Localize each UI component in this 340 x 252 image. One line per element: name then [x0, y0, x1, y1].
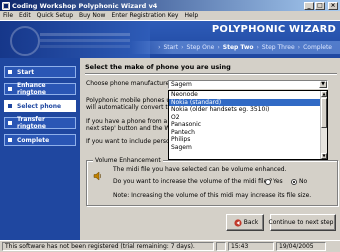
manufacturer-select-value: Sagem [171, 81, 192, 88]
menu-buy-now[interactable]: Buy Now [79, 12, 105, 19]
sidebar-item-label: Transfer ringtone [17, 116, 46, 130]
sidebar-item-complete[interactable]: Complete [4, 134, 76, 146]
volume-group-title: Volume Enhancement [93, 157, 163, 164]
step-complete: Complete [303, 44, 332, 51]
dropdown-option[interactable]: Sagem [169, 144, 327, 152]
manufacturer-dropdown-list[interactable]: Neonode Nokia (standard) Nokia (older ha… [168, 90, 328, 160]
status-date: 19/04/2005 [276, 242, 326, 251]
radio-indicator [291, 178, 297, 185]
status-pane-empty [216, 242, 226, 251]
title-bar: Coding Workshop Polyphonic Wizard v4 _ □… [0, 0, 340, 11]
continue-button[interactable]: Continue to next step [268, 214, 336, 231]
dropdown-option[interactable]: Nokia (older handsets eg. 3510i) [169, 106, 327, 114]
dropdown-option-selected[interactable]: Nokia (standard) [169, 98, 327, 106]
menu-quick-setup[interactable]: Quick Setup [37, 12, 73, 19]
wizard-title: POLYPHONIC WIZARD [211, 24, 336, 35]
continue-button-label: Continue to next step [268, 219, 334, 226]
volume-info-text: The midi file you have selected can be v… [113, 166, 287, 173]
menu-edit[interactable]: Edit [19, 12, 31, 19]
bullet-icon [8, 104, 12, 108]
radio-label: No [299, 178, 308, 185]
dropdown-option[interactable]: Philips [169, 136, 327, 144]
manufacturer-label: Choose phone manufacturer : [86, 80, 176, 87]
step-arrow-icon: › [158, 44, 161, 51]
status-time: 15:43 [228, 242, 274, 251]
radio-indicator [265, 178, 271, 185]
speaker-icon [93, 171, 102, 181]
bullet-icon [8, 121, 12, 125]
status-message: This software has not been registered (t… [2, 242, 214, 251]
step-progress-bar: › Start › Step One › Step Two › Step Thr… [130, 41, 340, 54]
manufacturer-select[interactable]: Sagem ▼ [168, 80, 328, 89]
chevron-down-icon[interactable]: ▼ [319, 81, 327, 88]
sidebar-item-label: Select phone [17, 102, 62, 110]
step-three: Step Three [261, 44, 295, 51]
step-two: Step Two [222, 44, 254, 51]
scroll-down-icon[interactable]: ▼ [321, 153, 327, 159]
dropdown-option[interactable]: Pantech [169, 129, 327, 137]
bullet-icon [8, 138, 12, 142]
sidebar-item-transfer-ringtone[interactable]: Transfer ringtone [4, 116, 76, 130]
scroll-up-icon[interactable]: ▲ [321, 91, 327, 97]
step-arrow-icon: › [217, 44, 220, 51]
menu-file[interactable]: File [3, 12, 13, 19]
window-title: Coding Workshop Polyphonic Wizard v4 [12, 1, 158, 10]
menu-enter-registration-key[interactable]: Enter Registration Key [111, 12, 178, 19]
heading-divider [85, 73, 337, 75]
menu-help[interactable]: Help [184, 12, 198, 19]
step-arrow-icon: › [256, 44, 259, 51]
app-icon [2, 1, 10, 10]
sidebar-item-label: Start [17, 68, 35, 76]
status-bar: This software has not been registered (t… [0, 240, 340, 252]
bullet-icon [8, 70, 12, 74]
sidebar: Start Enhance ringtone Select phone Tran… [0, 58, 80, 240]
dropdown-option[interactable]: O2 [169, 114, 327, 122]
page-heading: Select the make of phone you are using [85, 63, 231, 71]
info-text-line: If you want to include personal [86, 138, 179, 145]
volume-enhancement-group: Volume Enhancement The midi file you hav… [86, 157, 338, 206]
scrollbar-thumb[interactable] [321, 98, 327, 128]
volume-question-text: Do you want to increase the volume of th… [113, 178, 273, 185]
back-button-label: Back [243, 219, 259, 226]
main-content: Select the make of phone you are using C… [80, 58, 340, 240]
wizard-header: POLYPHONIC WIZARD › Start › Step One › S… [0, 21, 340, 58]
sidebar-item-start[interactable]: Start [4, 66, 76, 78]
maximize-button[interactable]: □ [315, 1, 325, 10]
step-start: Start [163, 44, 179, 51]
sidebar-item-label: Complete [17, 136, 50, 144]
dropdown-scrollbar[interactable]: ▲ ▼ [320, 91, 327, 159]
back-arrow-icon [234, 218, 242, 227]
volume-note-text: Note: Increasing the volume of this midi… [113, 192, 312, 199]
step-arrow-icon: › [181, 44, 184, 51]
dropdown-option[interactable]: Panasonic [169, 121, 327, 129]
volume-yes-radio[interactable]: Yes [265, 178, 283, 185]
sidebar-item-label: Enhance ringtone [17, 82, 46, 96]
step-arrow-icon: › [297, 44, 301, 51]
back-button[interactable]: Back [226, 214, 264, 231]
bullet-icon [8, 87, 12, 91]
header-graphic [0, 21, 150, 58]
sidebar-item-enhance-ringtone[interactable]: Enhance ringtone [4, 82, 76, 96]
dropdown-option[interactable]: Neonode [169, 91, 327, 99]
step-one: Step One [186, 44, 215, 51]
volume-no-radio[interactable]: No [291, 178, 307, 185]
sidebar-item-select-phone[interactable]: Select phone [4, 100, 76, 112]
radio-label: Yes [273, 178, 283, 185]
minimize-button[interactable]: _ [304, 1, 314, 10]
menu-bar: File Edit Quick Setup Buy Now Enter Regi… [0, 11, 340, 21]
close-button[interactable]: × [328, 1, 338, 10]
